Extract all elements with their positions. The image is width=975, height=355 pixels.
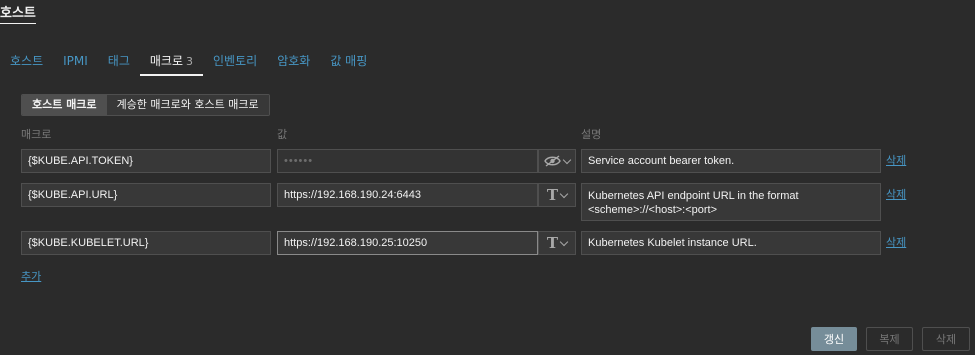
eye-slash-icon — [544, 155, 561, 167]
tab-label: IPMI — [63, 54, 88, 68]
tab-label: 호스트 — [10, 54, 44, 68]
tab-label: 값 매핑 — [330, 54, 368, 68]
chevron-down-icon — [559, 237, 569, 246]
chevron-down-icon — [562, 155, 572, 164]
host-macros-option[interactable]: 호스트 매크로 — [22, 95, 107, 115]
page-title: 호스트 — [0, 5, 36, 24]
macro-name-input[interactable]: {$KUBE.KUBELET.URL} — [21, 231, 271, 255]
macro-value-input[interactable]: https://192.168.190.25:10250 — [277, 231, 538, 255]
tab-host[interactable]: 호스트 — [0, 50, 53, 76]
macro-value-input[interactable]: •••••• — [277, 149, 538, 173]
value-type-dropdown[interactable] — [538, 149, 576, 173]
tab-tags[interactable]: 태그 — [98, 50, 140, 76]
update-button[interactable]: 갱신 — [811, 327, 857, 351]
add-macro-link[interactable]: 추가 — [21, 268, 41, 284]
tab-label: 인벤토리 — [213, 54, 258, 68]
column-header-value: 값 — [277, 128, 288, 141]
macro-description-input[interactable]: Kubernetes API endpoint URL in the forma… — [581, 183, 881, 221]
value-type-dropdown[interactable]: T — [538, 183, 576, 207]
tab-inventory[interactable]: 인벤토리 — [203, 50, 267, 76]
tab-macros[interactable]: 매크로 3 — [139, 50, 204, 76]
tab-label: 태그 — [107, 54, 130, 68]
tab-count-badge: 3 — [186, 55, 194, 68]
macro-mode-toggle: 호스트 매크로 계승한 매크로와 호스트 매크로 — [21, 94, 270, 116]
tab-label: 매크로 — [149, 54, 184, 68]
tab-label: 암호화 — [277, 54, 311, 68]
text-type-icon: T — [546, 185, 559, 204]
value-type-dropdown[interactable]: T — [538, 231, 576, 255]
macro-value-input[interactable]: https://192.168.190.24:6443 — [277, 183, 538, 207]
remove-macro-link[interactable]: 삭제 — [886, 186, 906, 202]
macro-name-input[interactable]: {$KUBE.API.TOKEN} — [21, 149, 271, 173]
macro-description-input[interactable]: Kubernetes Kubelet instance URL. — [581, 231, 881, 255]
chevron-down-icon — [559, 189, 569, 198]
inherited-macros-option[interactable]: 계승한 매크로와 호스트 매크로 — [106, 95, 269, 115]
remove-macro-link[interactable]: 삭제 — [886, 234, 906, 250]
column-header-description: 설명 — [581, 128, 602, 141]
text-type-icon: T — [546, 233, 559, 252]
column-header-macro: 매크로 — [21, 128, 52, 141]
tab-encryption[interactable]: 암호화 — [267, 50, 320, 76]
tab-ipmi[interactable]: IPMI — [53, 50, 98, 76]
clone-button[interactable]: 복제 — [866, 327, 913, 351]
macro-name-input[interactable]: {$KUBE.API.URL} — [21, 183, 271, 207]
tab-value-mapping[interactable]: 값 매핑 — [320, 50, 377, 76]
macro-description-input[interactable]: Service account bearer token. — [581, 149, 881, 173]
tab-bar: 호스트 IPMI 태그 매크로 3 인벤토리 암호화 값 매핑 — [0, 50, 377, 76]
delete-button[interactable]: 삭제 — [922, 327, 970, 351]
remove-macro-link[interactable]: 삭제 — [886, 152, 906, 168]
